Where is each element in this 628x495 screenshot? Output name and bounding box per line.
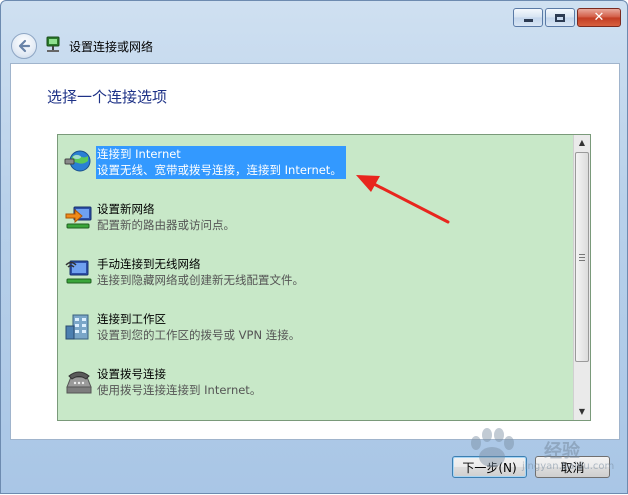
minimize-button[interactable] (513, 8, 543, 27)
option-title: 连接到工作区 (97, 312, 166, 326)
option-texts: 连接到工作区 设置到您的工作区的拨号或 VPN 连接。 (97, 311, 300, 343)
option-texts: 手动连接到无线网络 连接到隐藏网络或创建新无线配置文件。 (97, 256, 304, 288)
option-description: 设置到您的工作区的拨号或 VPN 连接。 (97, 328, 301, 342)
grip-icon (579, 253, 585, 261)
connection-options-list[interactable]: 连接到 Internet 设置无线、宽带或拨号连接，连接到 Internet。 … (57, 134, 591, 421)
option-texts: 设置新网络 配置新的路由器或访问点。 (97, 201, 235, 233)
wizard-title: 设置连接或网络 (69, 40, 154, 54)
scroll-down-button[interactable]: ▼ (574, 404, 590, 420)
close-icon: ✕ (593, 10, 605, 25)
workplace-icon (65, 314, 89, 340)
dialup-phone-icon (66, 371, 92, 394)
list-scrollbar[interactable]: ▲ ▼ (573, 135, 590, 420)
option-title: 设置拨号连接 (97, 367, 166, 381)
option-title: 手动连接到无线网络 (97, 257, 201, 271)
option-title: 连接到 Internet (97, 147, 181, 161)
paw-logo-icon (471, 428, 514, 467)
close-button[interactable]: ✕ (577, 8, 621, 27)
option-texts: 设置拨号连接 使用拨号连接连接到 Internet。 (97, 366, 261, 398)
option-description: 使用拨号连接连接到 Internet。 (97, 383, 262, 397)
wizard-content: 选择一个连接选项 连接到 Internet 设置无线、宽带或拨号连接，连接到 I… (10, 63, 620, 440)
back-arrow-icon (18, 39, 31, 53)
option-description: 配置新的路由器或访问点。 (97, 218, 235, 232)
scroll-up-button[interactable]: ▲ (574, 135, 590, 151)
option-new-network[interactable]: 设置新网络 配置新的路由器或访问点。 (64, 200, 564, 240)
scroll-thumb[interactable] (575, 152, 589, 362)
new-network-icon (65, 206, 92, 229)
option-connect-workplace[interactable]: 连接到工作区 设置到您的工作区的拨号或 VPN 连接。 (64, 310, 564, 350)
title-bar: ✕ 设置连接或网络 (1, 1, 627, 63)
option-title: 设置新网络 (97, 202, 155, 216)
option-texts: 连接到 Internet 设置无线、宽带或拨号连接，连接到 Internet。 (96, 146, 346, 179)
wireless-network-icon (65, 260, 92, 284)
globe-network-icon (64, 150, 91, 172)
network-wizard-icon (46, 36, 60, 52)
wizard-window: ✕ 设置连接或网络 选择一个连接选项 连接到 Internet 设置无线、宽带或… (0, 0, 628, 494)
maximize-button[interactable] (545, 8, 575, 27)
maximize-icon (555, 13, 565, 22)
chevron-up-icon: ▲ (578, 138, 586, 147)
caption-buttons: ✕ (513, 8, 621, 27)
option-connect-internet[interactable]: 连接到 Internet 设置无线、宽带或拨号连接，连接到 Internet。 (64, 145, 564, 185)
watermark-subtext: jingyan.baidu.com (522, 461, 615, 472)
watermark: 经验 jingyan.baidu.com (462, 423, 622, 479)
minimize-icon (523, 19, 533, 22)
option-description: 设置无线、宽带或拨号连接，连接到 Internet。 (97, 163, 342, 177)
chevron-down-icon: ▼ (578, 407, 586, 416)
option-manual-wireless[interactable]: 手动连接到无线网络 连接到隐藏网络或创建新无线配置文件。 (64, 255, 564, 295)
back-button[interactable] (11, 33, 37, 59)
watermark-text: 经验 (544, 441, 580, 462)
option-description: 连接到隐藏网络或创建新无线配置文件。 (97, 273, 304, 287)
page-subtitle: 选择一个连接选项 (47, 88, 168, 106)
option-dialup[interactable]: 设置拨号连接 使用拨号连接连接到 Internet。 (64, 365, 564, 405)
